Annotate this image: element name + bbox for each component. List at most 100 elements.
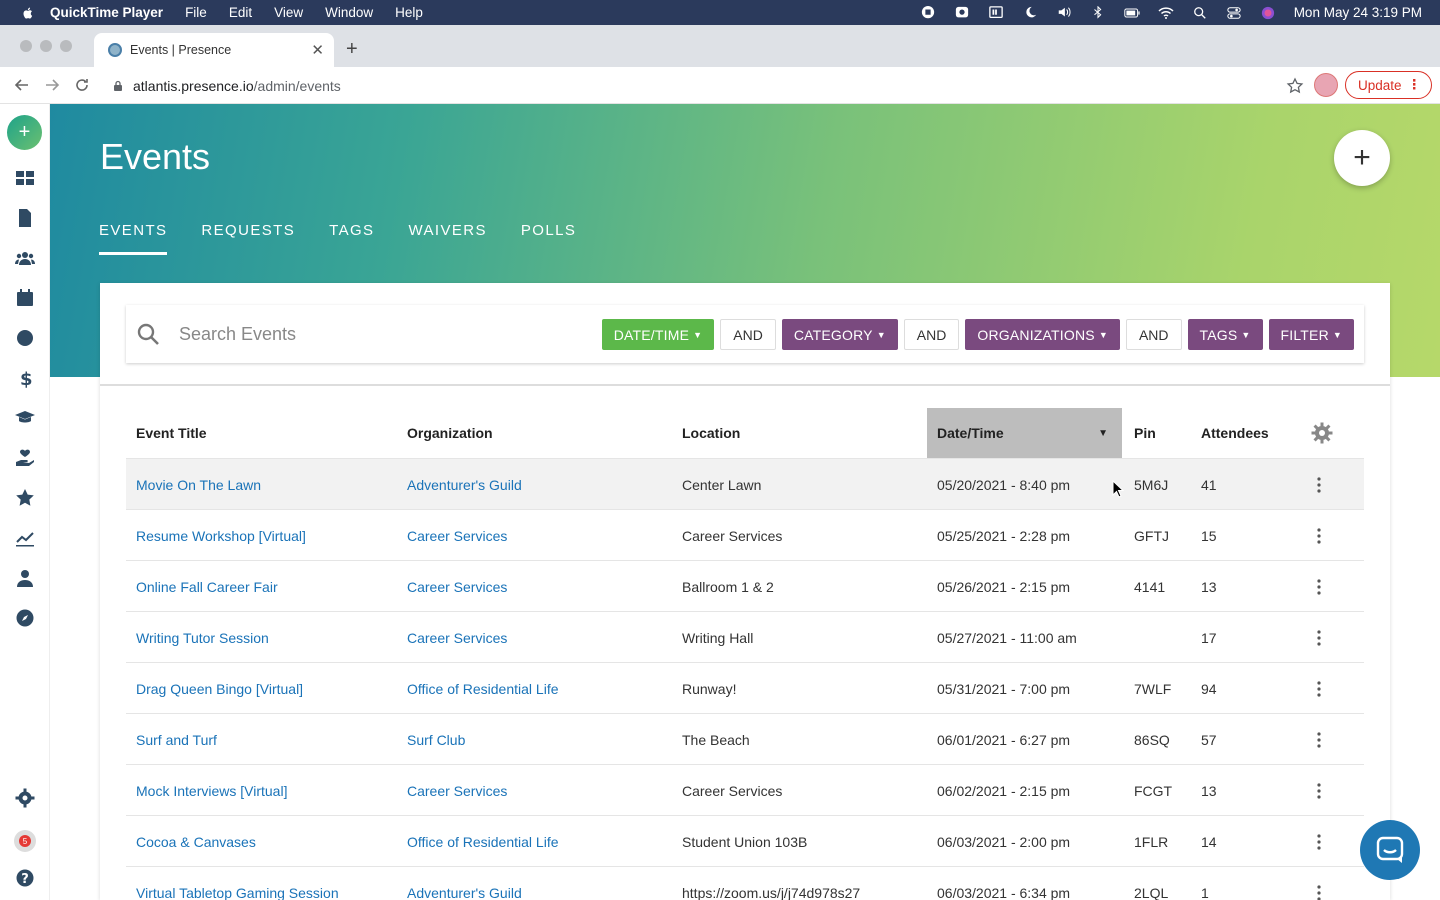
tab-events[interactable]: EVENTS	[99, 222, 168, 255]
event-title-link[interactable]: Movie On The Lawn	[136, 459, 261, 510]
control-center-icon[interactable]	[1226, 6, 1242, 20]
category-filter-button[interactable]: CATEGORY ▼	[781, 319, 898, 350]
row-actions-kebab-icon[interactable]	[1312, 714, 1326, 765]
moon-icon[interactable]	[1022, 6, 1038, 20]
record-stop-icon[interactable]	[920, 5, 936, 20]
row-actions-kebab-icon[interactable]	[1312, 510, 1326, 561]
person-icon[interactable]	[13, 566, 37, 590]
table-row[interactable]: Surf and Turf Surf Club The Beach 06/01/202…	[126, 713, 1364, 764]
profile-avatar[interactable]	[1314, 73, 1338, 97]
hand-heart-icon[interactable]	[13, 446, 37, 470]
and-operator-button[interactable]: AND	[720, 319, 776, 350]
organization-link[interactable]: Career Services	[407, 510, 507, 561]
menu-edit[interactable]: Edit	[229, 5, 252, 20]
document-icon[interactable]	[13, 206, 37, 230]
reload-icon[interactable]	[74, 77, 90, 93]
organization-link[interactable]: Office of Residential Life	[407, 816, 559, 867]
tab-waivers[interactable]: WAIVERS	[408, 222, 486, 255]
close-window-button[interactable]	[20, 40, 32, 52]
table-row[interactable]: Writing Tutor Session Career Services Writ…	[126, 611, 1364, 662]
spotlight-search-icon[interactable]	[1192, 6, 1208, 20]
event-title-link[interactable]: Mock Interviews [Virtual]	[136, 765, 287, 816]
event-title-link[interactable]: Surf and Turf	[136, 714, 217, 765]
menu-file[interactable]: File	[185, 5, 207, 20]
forward-arrow-icon[interactable]	[44, 77, 60, 93]
event-title-link[interactable]: Writing Tutor Session	[136, 612, 269, 663]
row-actions-kebab-icon[interactable]	[1312, 816, 1326, 867]
more-filters-button[interactable]: FILTER ▼	[1268, 319, 1354, 350]
row-actions-kebab-icon[interactable]	[1312, 765, 1326, 816]
organization-link[interactable]: Career Services	[407, 765, 507, 816]
column-header-location[interactable]: Location	[682, 408, 740, 458]
event-title-link[interactable]: Online Fall Career Fair	[136, 561, 278, 612]
tab-close-icon[interactable]: ✕	[311, 41, 324, 59]
event-title-link[interactable]: Resume Workshop [Virtual]	[136, 510, 306, 561]
row-actions-kebab-icon[interactable]	[1312, 459, 1326, 510]
dollar-icon[interactable]: $	[13, 366, 37, 390]
row-actions-kebab-icon[interactable]	[1312, 867, 1326, 900]
table-row[interactable]: Virtual Tabletop Gaming Session Adventure…	[126, 866, 1364, 900]
and-operator-button[interactable]: AND	[903, 319, 960, 350]
browser-tab-active[interactable]: Events | Presence ✕	[94, 33, 334, 67]
bluetooth-icon[interactable]	[1090, 5, 1106, 20]
table-row[interactable]: Resume Workshop [Virtual] Career Services…	[126, 509, 1364, 560]
table-row[interactable]: Movie On The Lawn Adventurer's Guild Cente…	[126, 458, 1364, 509]
event-title-link[interactable]: Virtual Tabletop Gaming Session	[136, 867, 339, 900]
tab-polls[interactable]: POLLS	[521, 222, 576, 255]
analytics-icon[interactable]	[13, 526, 37, 550]
tags-filter-button[interactable]: TAGS ▼	[1187, 319, 1263, 350]
search-input[interactable]	[179, 323, 619, 345]
row-actions-kebab-icon[interactable]	[1312, 663, 1326, 714]
wifi-icon[interactable]	[1158, 6, 1174, 20]
organization-link[interactable]: Surf Club	[407, 714, 465, 765]
column-header-pin[interactable]: Pin	[1134, 408, 1156, 458]
tab-tags[interactable]: TAGS	[329, 222, 374, 255]
battery-icon[interactable]	[1124, 6, 1140, 20]
calendar-icon[interactable]	[13, 286, 37, 310]
browser-update-button[interactable]: Update ⋮	[1345, 71, 1432, 99]
column-settings-gear-icon[interactable]	[1311, 422, 1333, 444]
column-header-event-title[interactable]: Event Title	[136, 408, 207, 458]
chat-support-button[interactable]	[1360, 820, 1420, 880]
tab-requests[interactable]: REQUESTS	[201, 222, 295, 255]
add-event-button[interactable]: +	[1334, 130, 1390, 186]
graduation-cap-icon[interactable]	[13, 406, 37, 430]
date-time-filter-button[interactable]: DATE/TIME ▼	[601, 319, 715, 350]
menu-window[interactable]: Window	[325, 5, 373, 20]
menu-app-name[interactable]: QuickTime Player	[50, 5, 163, 20]
event-title-link[interactable]: Drag Queen Bingo [Virtual]	[136, 663, 303, 714]
organization-link[interactable]: Career Services	[407, 612, 507, 663]
and-operator-button[interactable]: AND	[1125, 319, 1182, 350]
more-vert-icon[interactable]: ⋮	[1408, 77, 1422, 93]
address-bar[interactable]: atlantis.presence.io/admin/events	[112, 72, 1304, 99]
volume-icon[interactable]	[1056, 6, 1072, 20]
apple-icon[interactable]	[20, 5, 36, 21]
table-row[interactable]: Online Fall Career Fair Career Services Ba…	[126, 560, 1364, 611]
help-icon[interactable]: ?	[13, 866, 37, 890]
organization-link[interactable]: Career Services	[407, 561, 507, 612]
row-actions-kebab-icon[interactable]	[1312, 612, 1326, 663]
back-arrow-icon[interactable]	[14, 77, 30, 93]
event-title-link[interactable]: Cocoa & Canvases	[136, 816, 256, 867]
bookmark-star-icon[interactable]	[1286, 76, 1304, 95]
settings-gear-icon[interactable]	[13, 786, 37, 810]
column-header-organization[interactable]: Organization	[407, 408, 493, 458]
row-actions-kebab-icon[interactable]	[1312, 561, 1326, 612]
globe-icon[interactable]	[13, 326, 37, 350]
table-row[interactable]: Drag Queen Bingo [Virtual] Office of Resi…	[126, 662, 1364, 713]
menu-help[interactable]: Help	[395, 5, 423, 20]
dashboard-icon[interactable]	[13, 166, 37, 190]
notifications-avatar[interactable]: 5	[14, 830, 36, 852]
column-header-attendees[interactable]: Attendees	[1201, 408, 1269, 458]
organization-link[interactable]: Adventurer's Guild	[407, 867, 522, 900]
menu-view[interactable]: View	[274, 5, 303, 20]
zoom-window-button[interactable]	[60, 40, 72, 52]
table-row[interactable]: Mock Interviews [Virtual] Career Services…	[126, 764, 1364, 815]
siri-icon[interactable]	[1260, 6, 1276, 20]
new-tab-button[interactable]: +	[346, 38, 358, 61]
minimize-window-button[interactable]	[40, 40, 52, 52]
table-row[interactable]: Cocoa & Canvases Office of Residential Li…	[126, 815, 1364, 866]
organizations-filter-button[interactable]: ORGANIZATIONS ▼	[965, 319, 1120, 350]
users-icon[interactable]	[13, 246, 37, 270]
star-icon[interactable]	[13, 486, 37, 510]
